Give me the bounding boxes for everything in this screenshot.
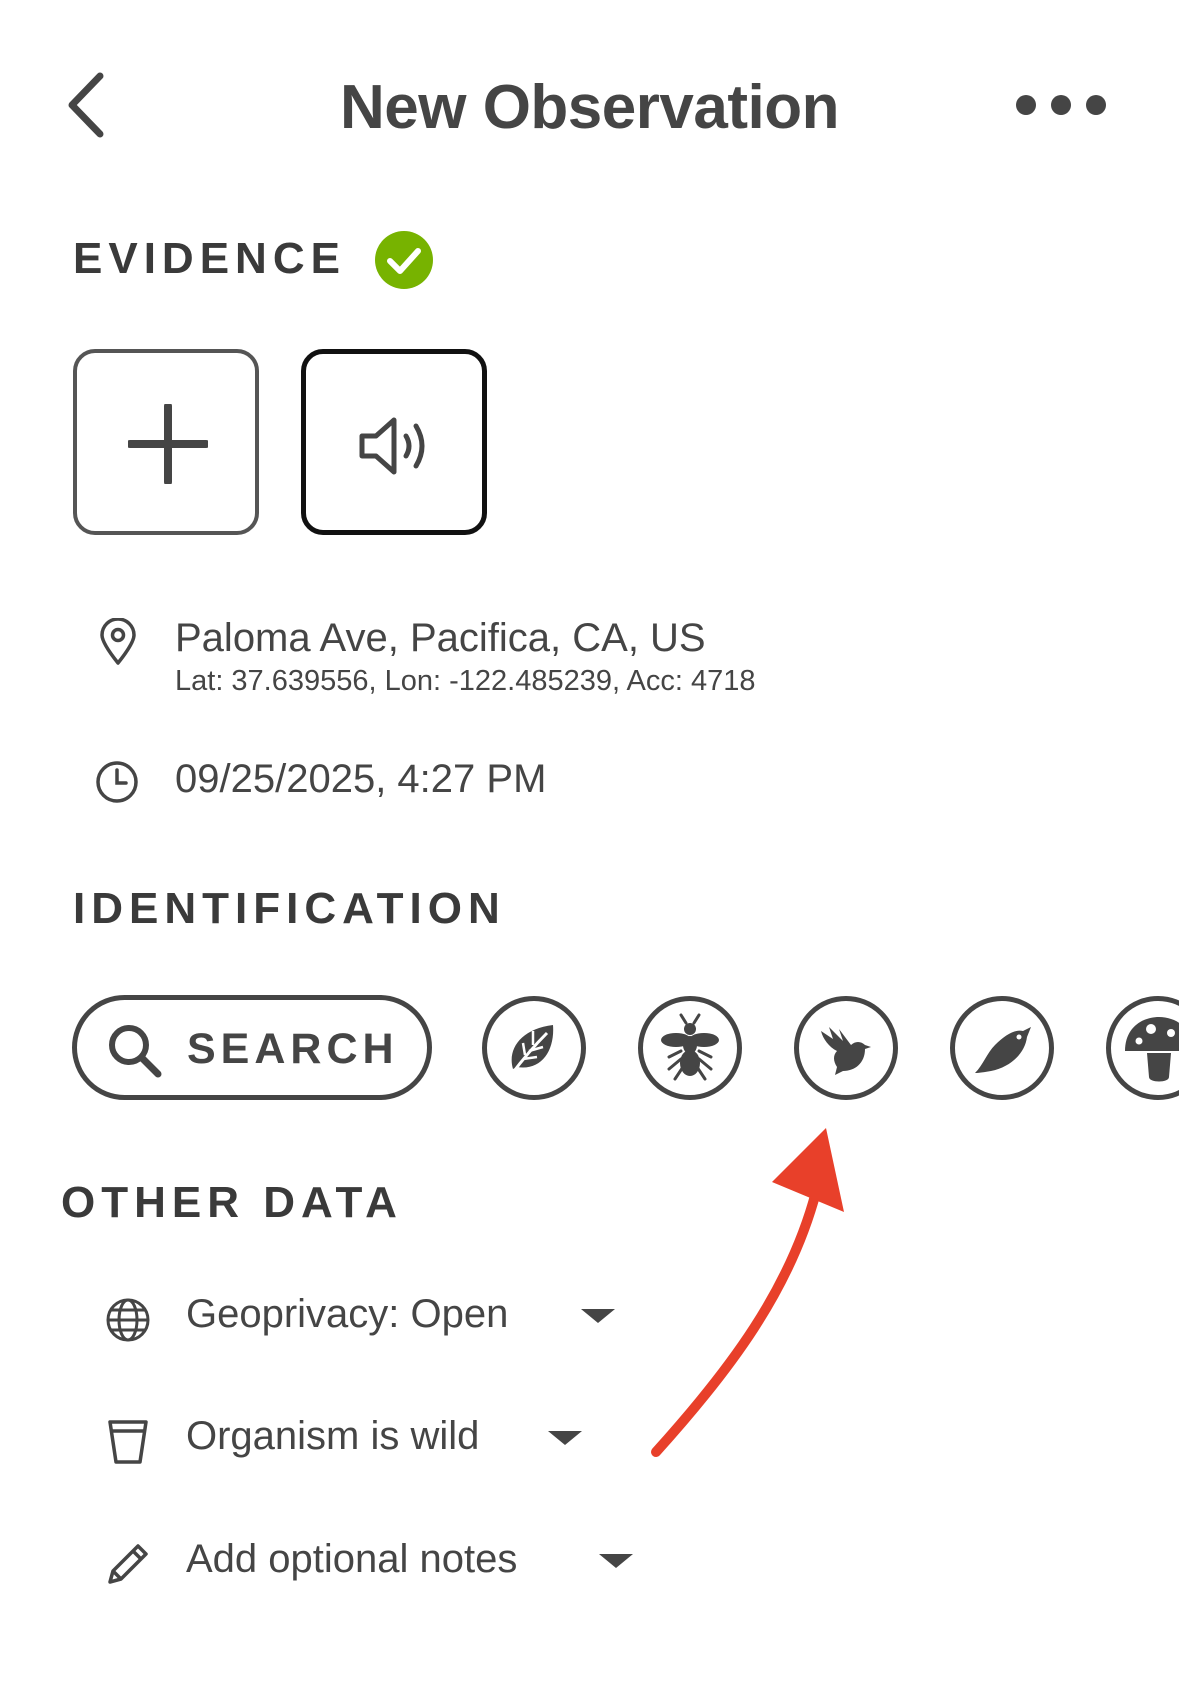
plus-icon: [128, 404, 208, 484]
captive-dropdown[interactable]: Organism is wild: [186, 1414, 596, 1470]
speaker-icon: [359, 417, 425, 475]
annotation-arrow: [651, 1128, 844, 1457]
insects-icon[interactable]: [638, 996, 742, 1100]
captive-caret-icon: [548, 1431, 582, 1445]
clock-icon: [95, 760, 139, 804]
location-row[interactable]: Paloma Ave, Pacifica, CA, US Lat: 37.639…: [175, 616, 1075, 698]
add-evidence-button[interactable]: [73, 349, 259, 535]
birds-icon[interactable]: [794, 996, 898, 1100]
other-data-section-title: OTHER DATA: [61, 1178, 403, 1227]
check-circle-icon: [374, 230, 434, 290]
geoprivacy-dropdown[interactable]: Geoprivacy: Open: [186, 1292, 626, 1348]
ellipsis-icon: [1016, 95, 1106, 115]
amphibians-icon[interactable]: [950, 996, 1054, 1100]
search-button-label: SEARCH: [187, 1025, 399, 1073]
observation-datetime[interactable]: 09/25/2025, 4:27 PM: [175, 757, 546, 802]
geoprivacy-value: Geoprivacy: Open: [186, 1292, 509, 1336]
location-coordinates: Lat: 37.639556, Lon: -122.485239, Acc: 4…: [175, 665, 756, 697]
fungi-icon[interactable]: [1106, 996, 1179, 1100]
plants-icon[interactable]: [482, 996, 586, 1100]
page-title: New Observation: [340, 73, 839, 142]
notes-caret-icon: [599, 1554, 633, 1568]
notes-dropdown[interactable]: Add optional notes: [186, 1537, 646, 1593]
more-options-button[interactable]: [1010, 88, 1110, 124]
evidence-section-title: EVIDENCE: [73, 234, 346, 283]
cup-icon: [107, 1418, 149, 1466]
location-name: Paloma Ave, Pacifica, CA, US: [175, 616, 706, 660]
map-pin-icon: [98, 617, 138, 666]
captive-value: Organism is wild: [186, 1414, 480, 1458]
identification-section-title: IDENTIFICATION: [73, 884, 506, 933]
pencil-icon: [104, 1540, 152, 1588]
geoprivacy-caret-icon: [581, 1309, 615, 1323]
search-icon: [106, 1022, 164, 1080]
add-sound-button[interactable]: [301, 349, 487, 535]
globe-icon: [105, 1297, 151, 1343]
notes-placeholder: Add optional notes: [186, 1537, 518, 1581]
